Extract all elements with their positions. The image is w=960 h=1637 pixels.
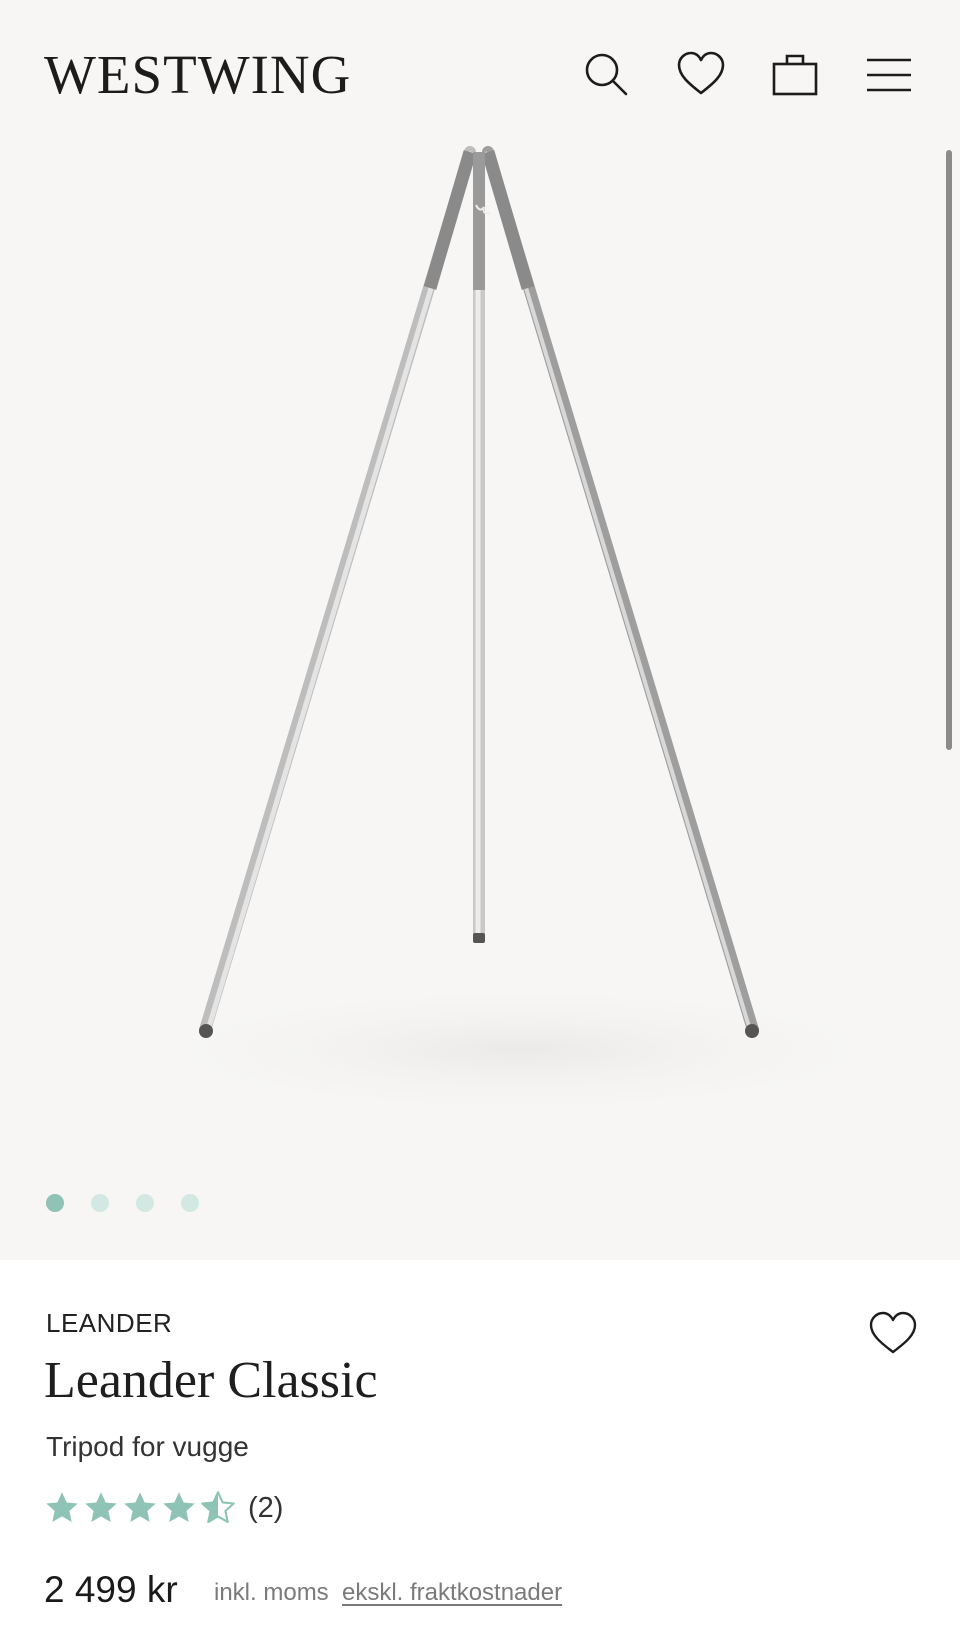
pagination-dot-2[interactable] (91, 1194, 109, 1212)
site-header: WESTWING (0, 0, 960, 150)
vat-note: inkl. moms (214, 1579, 329, 1606)
product-image-tripod[interactable] (0, 140, 960, 1180)
star-full-icon (83, 1490, 119, 1526)
star-half-icon (200, 1490, 236, 1526)
price-row: 2 499 kr inkl. moms ekskl. fraktkostnade… (44, 1568, 924, 1618)
star-full-icon (44, 1490, 80, 1526)
add-to-wishlist-button[interactable] (868, 1310, 918, 1356)
product-title: Leander Classic (44, 1352, 378, 1409)
shopping-bag-icon[interactable] (768, 48, 822, 102)
rating-count[interactable]: (2) (248, 1492, 283, 1524)
search-icon[interactable] (580, 48, 634, 102)
menu-icon[interactable] (862, 48, 916, 102)
westwing-logo[interactable]: WESTWING (44, 44, 351, 106)
product-subtitle: Tripod for vugge (46, 1431, 249, 1462)
product-price: 2 499 kr (44, 1569, 178, 1610)
scrollbar[interactable] (946, 150, 952, 750)
heart-icon[interactable] (674, 48, 728, 102)
pagination-dot-1[interactable] (46, 1194, 64, 1212)
product-rating[interactable]: (2) (44, 1488, 344, 1528)
star-full-icon (122, 1490, 158, 1526)
pagination-dot-4[interactable] (181, 1194, 199, 1212)
pagination-dot-3[interactable] (136, 1194, 154, 1212)
product-brand[interactable]: LEANDER (46, 1308, 172, 1338)
shipping-cost-link[interactable]: ekskl. fraktkostnader (342, 1578, 562, 1608)
star-full-icon (161, 1490, 197, 1526)
